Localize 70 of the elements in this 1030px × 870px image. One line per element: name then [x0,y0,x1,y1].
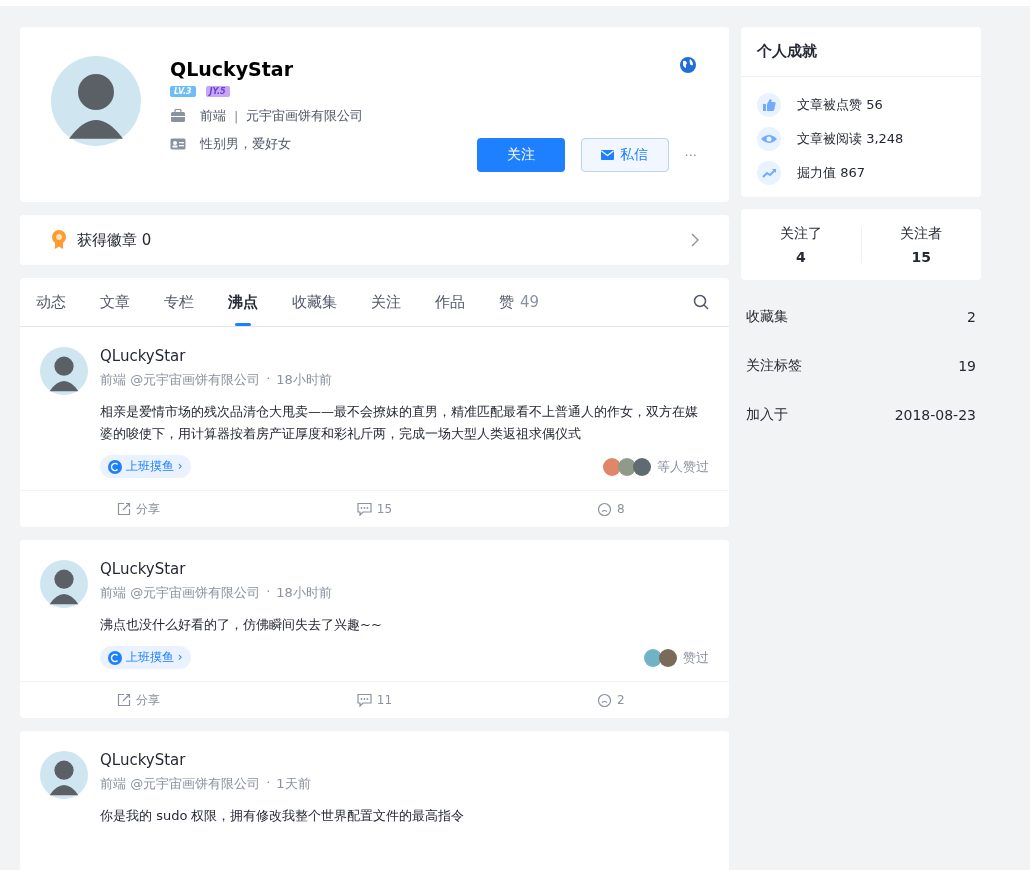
tab[interactable]: 文章 [100,278,148,326]
tab[interactable]: 关注 [371,278,419,326]
separator-dot: · [266,775,271,792]
trend-up-icon [757,161,781,185]
author-title: 前端 @元宇宙画饼有限公司 [100,775,261,793]
stat-value: 15 [911,249,931,265]
post-text: 沸点也没什么好看的了，仿佛瞬间失去了兴趣~~ [100,616,383,634]
info-value: 19 [958,357,976,374]
tab[interactable]: 赞 49 [499,278,558,326]
envelope-icon [601,150,615,160]
post-text: 相亲是爱情市场的残次品清仓大甩卖——最不会撩妹的直男，精准匹配最看不上普通人的作女，双方在媒婆的唆使下，用计算器按着房产证厚度和彩礼斤两，完成一场大型人类返祖求偶仪式 [100,403,699,443]
liked-by-text: 等人赞过 [657,457,709,476]
comment-icon [356,502,372,516]
share-icon [116,502,131,516]
badge-bar[interactable]: 获得徽章 0 [20,215,729,265]
message-button[interactable]: 私信 [580,138,669,172]
author-title: 前端 @元宇宙画饼有限公司 [100,584,261,602]
card-title: 个人成就 [741,27,981,77]
author-name[interactable]: QLuckyStar [100,347,332,365]
post-text: 你是我的 sudo 权限，拥有修改我整个世界配置文件的最高指令 [100,807,466,825]
stat-label[interactable]: 关注者 [900,225,943,243]
author-name[interactable]: QLuckyStar [100,751,311,769]
stat-label[interactable]: 关注了 [779,225,822,243]
chevron-right-icon [691,233,699,247]
avatar [40,751,88,799]
globe-icon [679,56,697,74]
tab-count: 49 [520,293,540,311]
post-time: 1天前 [276,775,311,793]
follow-button[interactable]: 关注 [476,138,565,172]
company-name: 元宇宙画饼有限公司 [246,107,364,125]
thumbs-up-icon [757,93,781,117]
stat-value: 4 [795,249,806,265]
tab[interactable]: 收藏集 [292,278,355,326]
user-name: QLuckyStar [170,58,295,80]
medal-icon [51,230,67,250]
info-value: 2018-08-23 [894,406,976,423]
bio-text: 性别男，爱好女 [200,135,291,153]
comment-icon [356,693,372,707]
achievement-text: 文章被点赞 56 [797,96,883,114]
avatar [40,347,88,395]
separator: | [234,108,239,124]
liked-by-text: 赞过 [683,648,709,667]
briefcase-icon [170,109,186,123]
separator-dot: · [266,371,271,388]
level-badge: LV.3 [170,86,196,97]
tab[interactable]: 专栏 [164,278,212,326]
tab[interactable]: 作品 [435,278,483,326]
tab[interactable]: 动态 [36,278,84,326]
share-icon [116,693,131,707]
topic-icon [108,650,122,665]
avatar [40,560,88,608]
post-time: 18小时前 [276,584,332,602]
eye-icon [757,127,781,151]
id-card-icon [170,138,186,150]
search-icon[interactable] [693,294,709,310]
author-name[interactable]: QLuckyStar [100,560,332,578]
separator-dot: · [266,584,271,601]
rank-badge: JY.5 [205,86,230,97]
job-title: 前端 [200,107,226,125]
badge-count: 获得徽章 0 [77,230,152,250]
topic-icon [108,459,122,474]
author-title: 前端 @元宇宙画饼有限公司 [100,371,261,389]
info-value: 2 [967,308,976,325]
info-label[interactable]: 加入于 [746,405,788,424]
achievement-text: 文章被阅读 3,248 [797,130,904,148]
achievement-text: 掘力值 867 [797,164,865,182]
info-label[interactable]: 收藏集 [746,307,788,326]
info-label[interactable]: 关注标签 [746,356,802,375]
post-time: 18小时前 [276,371,332,389]
tab[interactable]: 沸点 [228,278,276,326]
